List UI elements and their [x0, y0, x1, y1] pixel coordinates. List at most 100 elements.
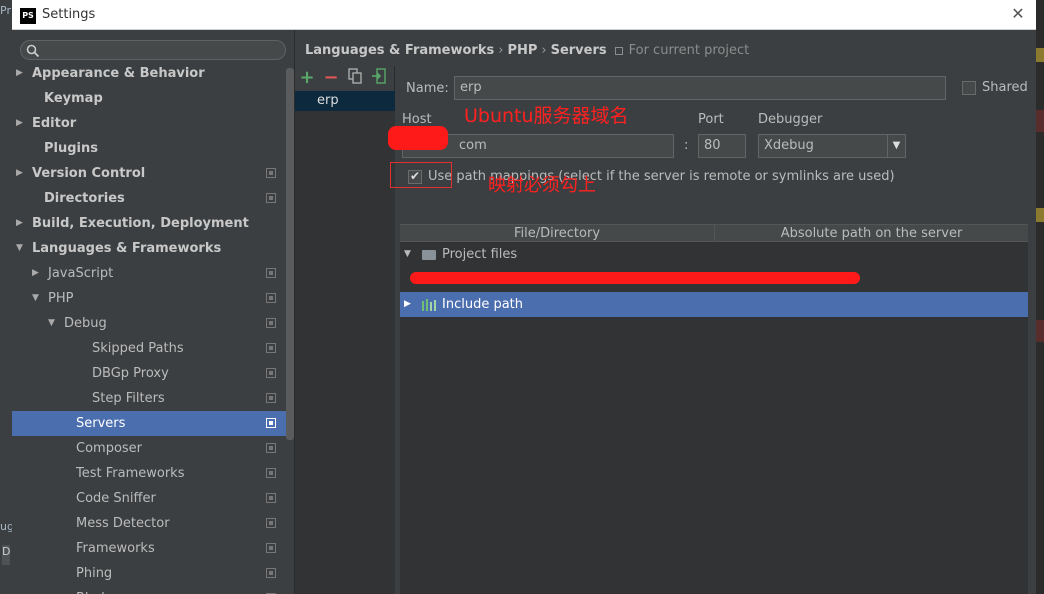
sidebar-item-label: Languages & Frameworks — [32, 241, 222, 256]
sidebar-item-label: Step Filters — [92, 391, 165, 406]
breadcrumb-item: Servers — [550, 43, 607, 58]
close-icon[interactable]: ✕ — [1008, 4, 1028, 24]
sidebar-item-label: Appearance & Behavior — [32, 66, 205, 81]
table-row-include-path[interactable]: ▶ Include path — [400, 292, 1028, 317]
project-scope-icon — [266, 193, 276, 203]
annotation-box — [390, 162, 452, 188]
name-field[interactable]: erp — [454, 76, 946, 100]
annotation-host: Ubuntu服务器域名 — [464, 105, 629, 127]
sidebar-item[interactable]: Blade — [12, 586, 294, 594]
sidebar-item-label: Test Frameworks — [76, 466, 185, 481]
folder-icon — [422, 249, 436, 260]
title-bar[interactable]: PS Settings ✕ — [12, 0, 1036, 30]
sidebar-item[interactable]: ▼ Debug — [12, 311, 294, 336]
sidebar-item[interactable]: Phing — [12, 561, 294, 586]
chevron-right-icon[interactable]: ▶ — [16, 161, 26, 186]
sidebar-item[interactable]: ▶ JavaScript — [12, 261, 294, 286]
chevron-right-icon[interactable]: ▶ — [16, 111, 26, 136]
sidebar-item[interactable]: Composer — [12, 436, 294, 461]
breadcrumb-separator: › — [541, 43, 547, 58]
search-input[interactable] — [20, 40, 286, 60]
debugger-select[interactable]: Xdebug ▼ — [758, 134, 906, 158]
sidebar-item[interactable]: Directories — [12, 186, 294, 211]
phpstorm-app-icon: PS — [20, 8, 36, 24]
port-field[interactable]: 80 — [698, 134, 746, 158]
chevron-right-icon[interactable]: ▶ — [32, 261, 42, 286]
sidebar-item[interactable]: Keymap — [12, 86, 294, 111]
sidebar-item[interactable]: ▶ Build, Execution, Deployment — [12, 211, 294, 236]
chevron-down-icon[interactable]: ▼ — [16, 236, 26, 261]
sidebar-item[interactable]: Test Frameworks — [12, 461, 294, 486]
background-marker — [1036, 320, 1044, 342]
project-scope-icon — [266, 468, 276, 478]
chevron-down-icon[interactable]: ▼ — [404, 242, 411, 267]
sidebar-item-label: Directories — [44, 191, 125, 206]
sidebar-item-label: Servers — [76, 416, 126, 431]
sidebar-item[interactable]: Frameworks — [12, 536, 294, 561]
sidebar-item-label: Debug — [64, 316, 107, 331]
background-text: Pr — [0, 4, 11, 17]
library-icon — [422, 298, 436, 311]
sidebar-item[interactable]: Code Sniffer — [12, 486, 294, 511]
breadcrumb-item: PHP — [507, 43, 538, 58]
chevron-down-icon[interactable]: ▼ — [32, 286, 42, 311]
sidebar-item[interactable]: Skipped Paths — [12, 336, 294, 361]
sidebar-item[interactable]: Step Filters — [12, 386, 294, 411]
chevron-right-icon[interactable]: ▶ — [404, 292, 411, 317]
annotation-mapping: 映射必须勾上 — [488, 175, 596, 196]
copy-server-button[interactable] — [345, 68, 365, 88]
sidebar-item-label: PHP — [48, 291, 74, 306]
sidebar-item-label: Phing — [76, 566, 113, 581]
chevron-down-icon[interactable]: ▼ — [887, 135, 905, 157]
breadcrumb: Languages & Frameworks › PHP › Servers For cu… — [305, 42, 749, 60]
sidebar-item[interactable]: ▶ Editor — [12, 111, 294, 136]
project-scope-icon — [266, 268, 276, 278]
row-content: Include path — [422, 292, 523, 317]
background-ide-right — [1036, 30, 1044, 594]
shared-label: Shared — [982, 80, 1028, 95]
sidebar-item-label: DBGp Proxy — [92, 366, 169, 381]
chevron-right-icon[interactable]: ▶ — [16, 61, 26, 86]
chevron-down-icon[interactable]: ▼ — [48, 311, 58, 336]
project-scope-icon — [266, 368, 276, 378]
project-scope-icon — [266, 493, 276, 503]
project-scope-icon — [266, 168, 276, 178]
import-server-button[interactable] — [369, 68, 389, 88]
project-scope-icon — [614, 46, 623, 55]
table-row-project-files[interactable]: ▼ Project files — [400, 242, 1028, 267]
column-header-server-path[interactable]: Absolute path on the server — [714, 225, 1028, 242]
sidebar-item[interactable]: ▶ Version Control — [12, 161, 294, 186]
sidebar-item[interactable]: ▶ Appearance & Behavior — [12, 61, 294, 86]
redaction-mark — [388, 126, 448, 150]
settings-dialog: PS Settings ✕ ▶ Appearance & Behavior Keym… — [12, 0, 1036, 594]
sidebar-scrollbar[interactable] — [286, 68, 294, 440]
breadcrumb-separator: › — [498, 43, 504, 58]
add-server-button[interactable]: + — [297, 68, 317, 88]
shared-checkbox[interactable] — [962, 81, 976, 95]
project-scope-icon — [266, 343, 276, 353]
project-scope-icon — [266, 443, 276, 453]
sidebar-item[interactable]: Mess Detector — [12, 511, 294, 536]
debugger-value: Xdebug — [764, 138, 814, 153]
sidebar-item[interactable]: Servers — [12, 411, 294, 436]
host-label: Host — [402, 112, 432, 127]
remove-server-button[interactable]: − — [321, 68, 341, 88]
background-marker — [1036, 48, 1044, 62]
sidebar-item[interactable]: ▼ Languages & Frameworks — [12, 236, 294, 261]
background-ide-left: Pr ug D — [0, 0, 14, 594]
sidebar-item-label: Blade — [76, 586, 113, 594]
row-label: Include path — [442, 297, 524, 312]
column-header-file[interactable]: File/Directory — [400, 225, 714, 242]
search-icon — [26, 44, 40, 58]
sidebar-item[interactable]: ▼ PHP — [12, 286, 294, 311]
sidebar-item[interactable]: DBGp Proxy — [12, 361, 294, 386]
window-title: Settings — [42, 7, 96, 22]
project-scope-icon — [266, 518, 276, 528]
chevron-right-icon[interactable]: ▶ — [16, 211, 26, 236]
debugger-label: Debugger — [758, 112, 823, 127]
sidebar-item[interactable]: Plugins — [12, 136, 294, 161]
breadcrumb-item: Languages & Frameworks — [305, 43, 495, 58]
sidebar-item-label: Mess Detector — [76, 516, 170, 531]
background-marker — [1036, 110, 1044, 132]
server-item[interactable]: erp — [295, 91, 395, 111]
